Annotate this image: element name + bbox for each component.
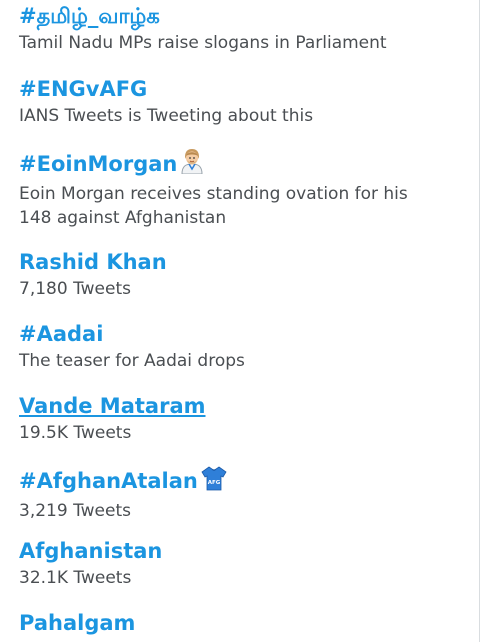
trend-name-text[interactable]: #Aadai: [19, 321, 103, 347]
cricketer-emoji-icon: [180, 148, 204, 180]
trend-name[interactable]: Afghanistan: [19, 538, 473, 564]
trend-context: Tamil Nadu MPs raise slogans in Parliame…: [19, 33, 387, 53]
trend-context-line: 148 against Afghanistan: [19, 208, 227, 228]
trend-item-engvafg[interactable]: #ENGvAFG IANS Tweets is Tweeting about t…: [19, 76, 473, 128]
trend-item-aadai[interactable]: #Aadai The teaser for Aadai drops: [19, 321, 473, 373]
trend-context-line: Eoin Morgan receives standing ovation fo…: [19, 184, 408, 204]
trend-name-text[interactable]: Pahalgam: [19, 610, 135, 636]
trend-context: 19.5K Tweets: [19, 423, 132, 443]
trend-context: Eoin Morgan receives standing ovation fo…: [19, 182, 473, 230]
trend-item-pahalgam[interactable]: Pahalgam: [19, 610, 473, 636]
trend-name[interactable]: #ENGvAFG: [19, 76, 473, 102]
trend-name-text[interactable]: Vande Mataram: [19, 393, 206, 419]
trend-context: IANS Tweets is Tweeting about this: [19, 106, 314, 126]
trends-list: #தமிழ்_வாழ்க Tamil Nadu MPs raise slogan…: [0, 0, 480, 642]
afg-jersey-emoji-icon: AFG: [201, 465, 227, 497]
trend-name[interactable]: #தமிழ்_வாழ்க: [19, 3, 473, 29]
trend-item-rashid-khan[interactable]: Rashid Khan 7,180 Tweets: [19, 249, 473, 301]
trend-context: The teaser for Aadai drops: [19, 351, 245, 371]
trend-item-afghanatalan[interactable]: #AfghanAtalan AFG 3,219 Tweets: [19, 465, 473, 523]
trend-name-text[interactable]: Rashid Khan: [19, 249, 167, 275]
trend-name[interactable]: Pahalgam: [19, 610, 473, 636]
trend-name[interactable]: #Aadai: [19, 321, 473, 347]
trend-item-tamil-vazhga[interactable]: #தமிழ்_வாழ்க Tamil Nadu MPs raise slogan…: [19, 3, 473, 55]
trend-name[interactable]: Rashid Khan: [19, 249, 473, 275]
trend-name-text[interactable]: #AfghanAtalan: [19, 468, 198, 494]
trend-item-afghanistan[interactable]: Afghanistan 32.1K Tweets: [19, 538, 473, 590]
trend-name-text[interactable]: #ENGvAFG: [19, 76, 147, 102]
trend-name[interactable]: #EoinMorgan: [19, 148, 473, 180]
trend-name-text[interactable]: #EoinMorgan: [19, 151, 177, 177]
trend-name-text[interactable]: #தமிழ்_வாழ்க: [19, 3, 160, 29]
trend-name-text[interactable]: Afghanistan: [19, 538, 162, 564]
trend-name[interactable]: Vande Mataram: [19, 393, 473, 419]
trend-context: 32.1K Tweets: [19, 568, 132, 588]
trend-item-vande-mataram[interactable]: Vande Mataram 19.5K Tweets: [19, 393, 473, 445]
jersey-text: AFG: [208, 480, 221, 486]
trend-context: 3,219 Tweets: [19, 501, 131, 521]
trend-context: 7,180 Tweets: [19, 279, 131, 299]
trend-item-eoinmorgan[interactable]: #EoinMorgan Eoin Morgan receives standin…: [19, 148, 473, 230]
trend-name[interactable]: #AfghanAtalan AFG: [19, 465, 473, 497]
